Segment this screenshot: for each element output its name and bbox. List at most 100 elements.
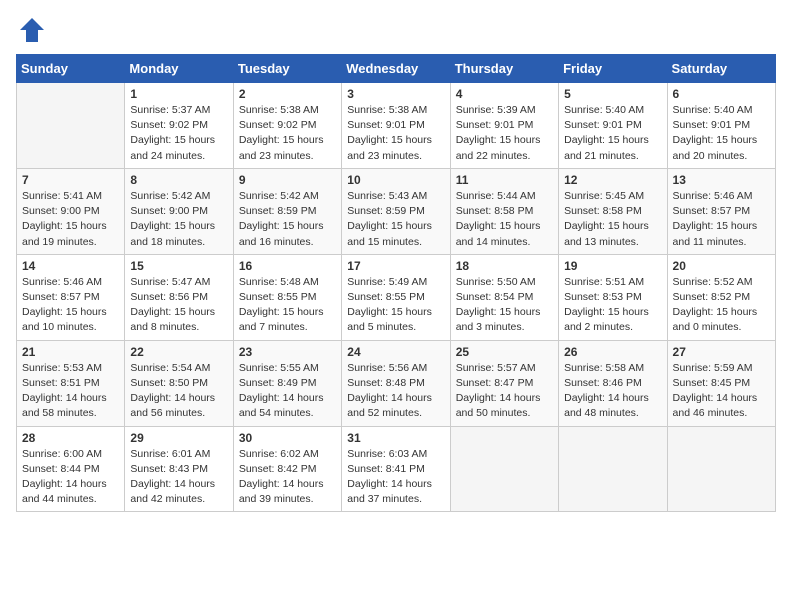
day-number: 31 bbox=[347, 431, 444, 445]
day-number: 7 bbox=[22, 173, 119, 187]
day-info: Sunrise: 5:52 AMSunset: 8:52 PMDaylight:… bbox=[673, 275, 770, 336]
calendar-cell: 3Sunrise: 5:38 AMSunset: 9:01 PMDaylight… bbox=[342, 83, 450, 169]
day-number: 23 bbox=[239, 345, 336, 359]
day-number: 20 bbox=[673, 259, 770, 273]
day-number: 15 bbox=[130, 259, 227, 273]
calendar-cell bbox=[17, 83, 125, 169]
calendar-cell: 8Sunrise: 5:42 AMSunset: 9:00 PMDaylight… bbox=[125, 168, 233, 254]
day-info: Sunrise: 5:42 AMSunset: 8:59 PMDaylight:… bbox=[239, 189, 336, 250]
calendar-cell: 31 Sunrise: 6:03 AMSunset: 8:41 PMDayligh… bbox=[342, 426, 450, 512]
weekday-header: Tuesday bbox=[233, 55, 341, 83]
page-header bbox=[16, 16, 776, 44]
calendar-week-row: 7 Sunrise: 5:41 AMSunset: 9:00 PMDaylight… bbox=[17, 168, 776, 254]
day-number: 2 bbox=[239, 87, 336, 101]
calendar-cell: 25Sunrise: 5:57 AMSunset: 8:47 PMDayligh… bbox=[450, 340, 558, 426]
day-number: 5 bbox=[564, 87, 661, 101]
day-info: Sunrise: 5:58 AMSunset: 8:46 PMDaylight:… bbox=[564, 361, 661, 422]
calendar-cell: 2 Sunrise: 5:38 AMSunset: 9:02 PMDaylight… bbox=[233, 83, 341, 169]
calendar-cell: 24Sunrise: 5:56 AMSunset: 8:48 PMDayligh… bbox=[342, 340, 450, 426]
calendar-cell: 11 Sunrise: 5:44 AMSunset: 8:58 PMDayligh… bbox=[450, 168, 558, 254]
calendar-cell bbox=[667, 426, 775, 512]
calendar-cell: 30 Sunrise: 6:02 AMSunset: 8:42 PMDayligh… bbox=[233, 426, 341, 512]
day-info: Sunrise: 6:00 AMSunset: 8:44 PMDaylight:… bbox=[22, 447, 119, 508]
day-info: Sunrise: 5:43 AMSunset: 8:59 PMDaylight:… bbox=[347, 189, 444, 250]
calendar-cell: 9 Sunrise: 5:42 AMSunset: 8:59 PMDaylight… bbox=[233, 168, 341, 254]
day-info: Sunrise: 5:42 AMSunset: 9:00 PMDaylight:… bbox=[130, 189, 227, 250]
day-info: Sunrise: 5:45 AMSunset: 8:58 PMDaylight:… bbox=[564, 189, 661, 250]
day-info: Sunrise: 5:38 AMSunset: 9:02 PMDaylight:… bbox=[239, 103, 336, 164]
day-info: Sunrise: 6:03 AMSunset: 8:41 PMDaylight:… bbox=[347, 447, 444, 508]
day-number: 10 bbox=[347, 173, 444, 187]
weekday-header: Sunday bbox=[17, 55, 125, 83]
calendar-cell: 13 Sunrise: 5:46 AMSunset: 8:57 PMDayligh… bbox=[667, 168, 775, 254]
day-info: Sunrise: 5:41 AMSunset: 9:00 PMDaylight:… bbox=[22, 189, 119, 250]
day-number: 24 bbox=[347, 345, 444, 359]
calendar-cell: 14 Sunrise: 5:46 AMSunset: 8:57 PMDayligh… bbox=[17, 254, 125, 340]
weekday-header: Saturday bbox=[667, 55, 775, 83]
calendar-cell: 7 Sunrise: 5:41 AMSunset: 9:00 PMDaylight… bbox=[17, 168, 125, 254]
calendar-cell: 10 Sunrise: 5:43 AMSunset: 8:59 PMDayligh… bbox=[342, 168, 450, 254]
day-info: Sunrise: 5:54 AMSunset: 8:50 PMDaylight:… bbox=[130, 361, 227, 422]
day-info: Sunrise: 6:02 AMSunset: 8:42 PMDaylight:… bbox=[239, 447, 336, 508]
day-info: Sunrise: 5:44 AMSunset: 8:58 PMDaylight:… bbox=[456, 189, 553, 250]
weekday-header: Friday bbox=[559, 55, 667, 83]
day-info: Sunrise: 5:57 AMSunset: 8:47 PMDaylight:… bbox=[456, 361, 553, 422]
calendar-cell: 6 Sunrise: 5:40 AMSunset: 9:01 PMDaylight… bbox=[667, 83, 775, 169]
calendar-cell bbox=[450, 426, 558, 512]
day-info: Sunrise: 5:46 AMSunset: 8:57 PMDaylight:… bbox=[22, 275, 119, 336]
day-info: Sunrise: 5:40 AMSunset: 9:01 PMDaylight:… bbox=[673, 103, 770, 164]
day-number: 21 bbox=[22, 345, 119, 359]
day-info: Sunrise: 5:48 AMSunset: 8:55 PMDaylight:… bbox=[239, 275, 336, 336]
day-info: Sunrise: 5:49 AMSunset: 8:55 PMDaylight:… bbox=[347, 275, 444, 336]
day-number: 19 bbox=[564, 259, 661, 273]
day-number: 17 bbox=[347, 259, 444, 273]
logo bbox=[16, 16, 46, 44]
weekday-header-row: SundayMondayTuesdayWednesdayThursdayFrid… bbox=[17, 55, 776, 83]
calendar-cell: 15 Sunrise: 5:47 AMSunset: 8:56 PMDayligh… bbox=[125, 254, 233, 340]
day-number: 9 bbox=[239, 173, 336, 187]
day-number: 28 bbox=[22, 431, 119, 445]
calendar-cell: 17 Sunrise: 5:49 AMSunset: 8:55 PMDayligh… bbox=[342, 254, 450, 340]
day-number: 1 bbox=[130, 87, 227, 101]
weekday-header: Thursday bbox=[450, 55, 558, 83]
calendar-cell: 20 Sunrise: 5:52 AMSunset: 8:52 PMDayligh… bbox=[667, 254, 775, 340]
day-number: 4 bbox=[456, 87, 553, 101]
day-info: Sunrise: 5:47 AMSunset: 8:56 PMDaylight:… bbox=[130, 275, 227, 336]
day-number: 27 bbox=[673, 345, 770, 359]
weekday-header: Wednesday bbox=[342, 55, 450, 83]
logo-icon bbox=[18, 16, 46, 44]
calendar-week-row: 1 Sunrise: 5:37 AMSunset: 9:02 PMDaylight… bbox=[17, 83, 776, 169]
day-info: Sunrise: 5:55 AMSunset: 8:49 PMDaylight:… bbox=[239, 361, 336, 422]
day-number: 30 bbox=[239, 431, 336, 445]
day-number: 14 bbox=[22, 259, 119, 273]
day-number: 6 bbox=[673, 87, 770, 101]
day-info: Sunrise: 5:59 AMSunset: 8:45 PMDaylight:… bbox=[673, 361, 770, 422]
calendar-cell: 29 Sunrise: 6:01 AMSunset: 8:43 PMDayligh… bbox=[125, 426, 233, 512]
day-number: 11 bbox=[456, 173, 553, 187]
day-number: 12 bbox=[564, 173, 661, 187]
calendar-week-row: 14 Sunrise: 5:46 AMSunset: 8:57 PMDayligh… bbox=[17, 254, 776, 340]
day-info: Sunrise: 5:39 AMSunset: 9:01 PMDaylight:… bbox=[456, 103, 553, 164]
day-number: 26 bbox=[564, 345, 661, 359]
calendar-cell: 26 Sunrise: 5:58 AMSunset: 8:46 PMDayligh… bbox=[559, 340, 667, 426]
day-info: Sunrise: 5:51 AMSunset: 8:53 PMDaylight:… bbox=[564, 275, 661, 336]
calendar-cell: 18 Sunrise: 5:50 AMSunset: 8:54 PMDayligh… bbox=[450, 254, 558, 340]
calendar-cell: 1 Sunrise: 5:37 AMSunset: 9:02 PMDaylight… bbox=[125, 83, 233, 169]
calendar-cell: 4 Sunrise: 5:39 AMSunset: 9:01 PMDaylight… bbox=[450, 83, 558, 169]
calendar-cell: 16Sunrise: 5:48 AMSunset: 8:55 PMDayligh… bbox=[233, 254, 341, 340]
day-number: 13 bbox=[673, 173, 770, 187]
day-info: Sunrise: 5:46 AMSunset: 8:57 PMDaylight:… bbox=[673, 189, 770, 250]
calendar-cell: 22Sunrise: 5:54 AMSunset: 8:50 PMDayligh… bbox=[125, 340, 233, 426]
day-number: 3 bbox=[347, 87, 444, 101]
day-number: 18 bbox=[456, 259, 553, 273]
calendar-cell: 23 Sunrise: 5:55 AMSunset: 8:49 PMDayligh… bbox=[233, 340, 341, 426]
day-info: Sunrise: 5:40 AMSunset: 9:01 PMDaylight:… bbox=[564, 103, 661, 164]
calendar-cell: 27 Sunrise: 5:59 AMSunset: 8:45 PMDayligh… bbox=[667, 340, 775, 426]
day-info: Sunrise: 5:37 AMSunset: 9:02 PMDaylight:… bbox=[130, 103, 227, 164]
calendar-cell: 28 Sunrise: 6:00 AMSunset: 8:44 PMDayligh… bbox=[17, 426, 125, 512]
day-info: Sunrise: 6:01 AMSunset: 8:43 PMDaylight:… bbox=[130, 447, 227, 508]
calendar-table: SundayMondayTuesdayWednesdayThursdayFrid… bbox=[16, 54, 776, 512]
day-number: 29 bbox=[130, 431, 227, 445]
calendar-cell: 19 Sunrise: 5:51 AMSunset: 8:53 PMDayligh… bbox=[559, 254, 667, 340]
day-info: Sunrise: 5:50 AMSunset: 8:54 PMDaylight:… bbox=[456, 275, 553, 336]
